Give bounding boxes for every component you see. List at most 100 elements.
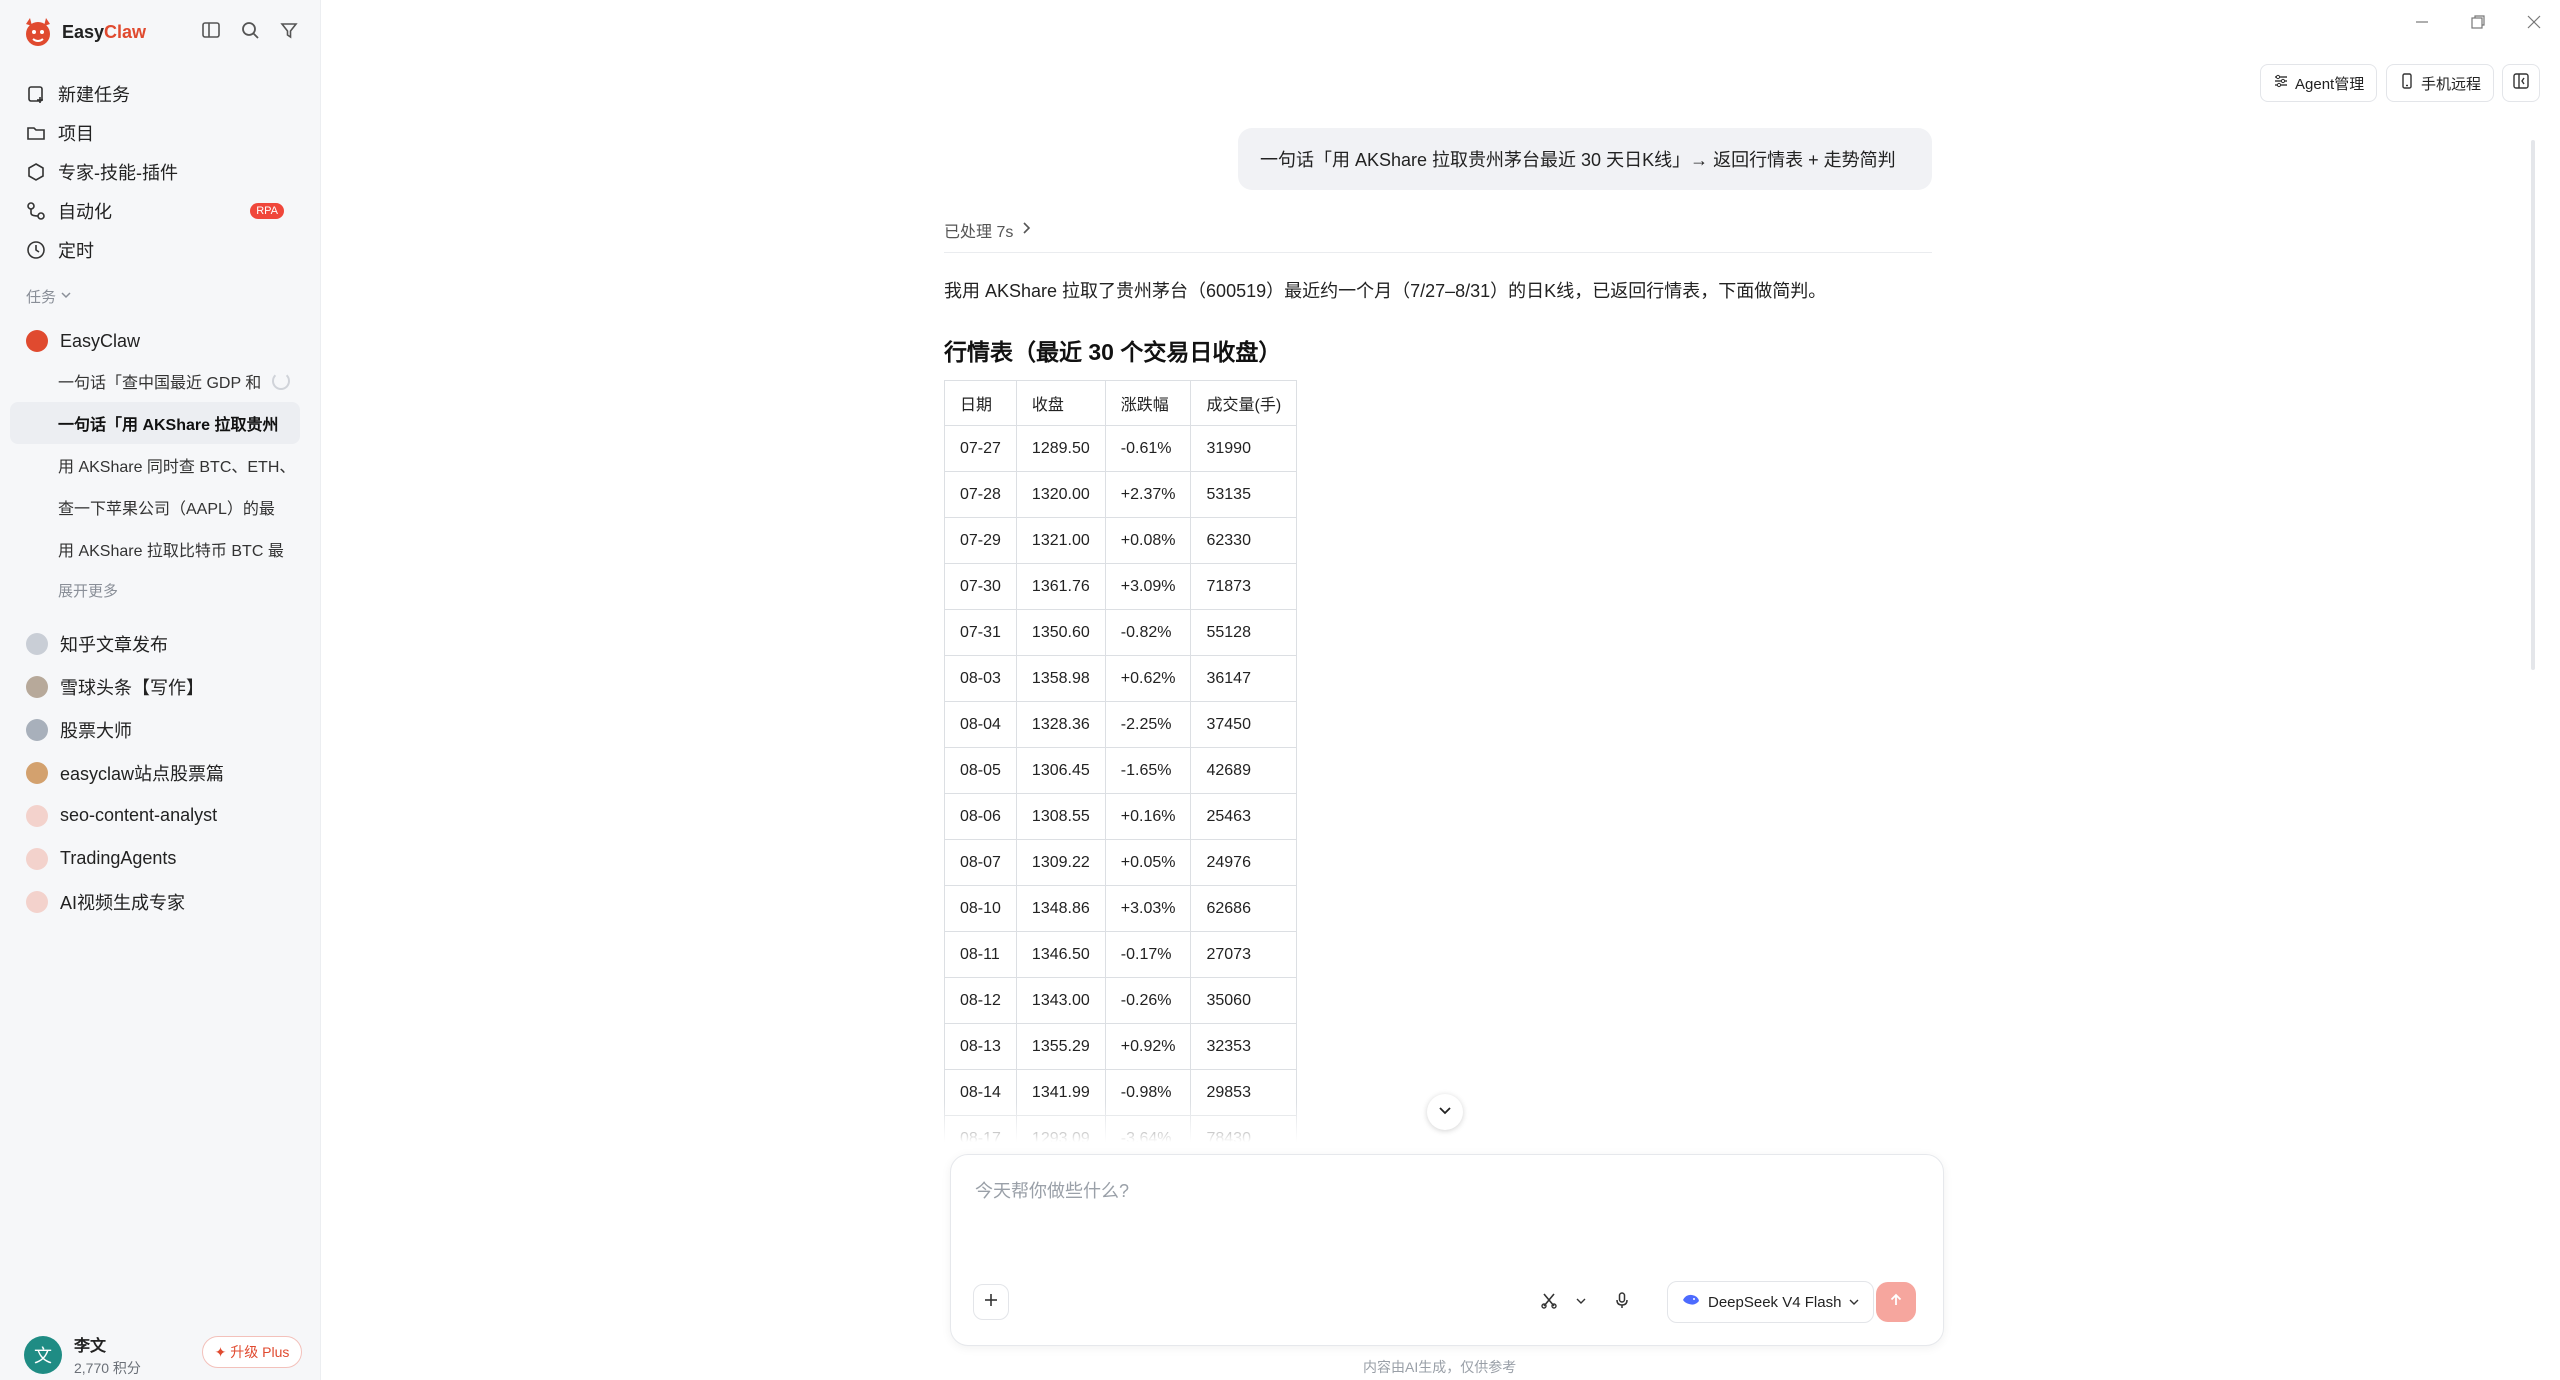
agent-avatar bbox=[26, 761, 48, 784]
table-row: 07-27 1289.50 -0.61% 31990 bbox=[944, 425, 1298, 472]
table-cell: 27073 bbox=[1190, 931, 1298, 978]
table-cell: +0.62% bbox=[1104, 655, 1192, 702]
send-button[interactable] bbox=[1876, 1282, 1916, 1322]
nav-plugins[interactable]: 专家-技能-插件 bbox=[10, 152, 300, 191]
model-selector[interactable]: DeepSeek V4 Flash bbox=[1667, 1281, 1875, 1323]
table-cell: +0.92% bbox=[1104, 1023, 1192, 1070]
table-row: 08-06 1308.55 +0.16% 25463 bbox=[944, 793, 1298, 840]
sidebar: EasyClaw 新建任务 项目 专家-技能-插件 自动化 RPA 定时 任务 bbox=[0, 0, 321, 1380]
nav-label: 新建任务 bbox=[58, 84, 130, 105]
table-cell: 55128 bbox=[1190, 609, 1298, 656]
table-cell: 1308.55 bbox=[1015, 793, 1106, 840]
voice-input-button[interactable] bbox=[1604, 1284, 1640, 1320]
show-more-link[interactable]: 展开更多 bbox=[10, 570, 300, 610]
scroll-to-bottom-button[interactable] bbox=[1427, 1094, 1463, 1130]
table-cell: 37450 bbox=[1190, 701, 1298, 748]
ai-disclaimer: 内容由AI生成，仅供参考 bbox=[1363, 1359, 1517, 1375]
sidebar-toggle-icon[interactable] bbox=[201, 20, 221, 40]
table-cell: +3.09% bbox=[1104, 563, 1192, 610]
search-icon[interactable] bbox=[240, 20, 260, 40]
table-row: 08-10 1348.86 +3.03% 62686 bbox=[944, 885, 1298, 932]
agent-item[interactable]: TradingAgents bbox=[10, 837, 300, 880]
table-cell: 24976 bbox=[1190, 839, 1298, 886]
agent-logo-icon bbox=[26, 804, 48, 827]
agent-logo-icon bbox=[26, 890, 48, 913]
nav-label: 项目 bbox=[58, 123, 94, 144]
sliders-icon bbox=[2273, 73, 2289, 93]
table-cell: 1358.98 bbox=[1015, 655, 1106, 702]
assistant-intro: 我用 AKShare 拉取了贵州茅台（600519）最近约一个月（7/27–8/… bbox=[944, 281, 1827, 301]
restore-icon[interactable] bbox=[2470, 14, 2486, 30]
table-cell: 25463 bbox=[1190, 793, 1298, 840]
plus-icon bbox=[983, 1292, 999, 1313]
chevron-down-icon bbox=[60, 288, 72, 305]
table-cell: +0.08% bbox=[1104, 517, 1192, 564]
minimize-icon[interactable] bbox=[2414, 14, 2430, 30]
panel-toggle-button[interactable] bbox=[2502, 64, 2540, 102]
table-cell: 1321.00 bbox=[1015, 517, 1106, 564]
table-row: 08-13 1355.29 +0.92% 32353 bbox=[944, 1023, 1298, 1070]
nav-projects[interactable]: 项目 bbox=[10, 113, 300, 152]
nav-schedule[interactable]: 定时 bbox=[10, 230, 300, 269]
agent-item[interactable]: 股票大师 bbox=[10, 708, 300, 751]
table-row: 07-29 1321.00 +0.08% 62330 bbox=[944, 517, 1298, 564]
agent-avatar bbox=[26, 718, 48, 741]
user-name: 李文 bbox=[74, 1338, 107, 1355]
deepseek-icon bbox=[1682, 1292, 1700, 1312]
scrollbar[interactable] bbox=[2531, 140, 2535, 670]
composer: DeepSeek V4 Flash bbox=[950, 1154, 1944, 1346]
divider bbox=[944, 252, 1932, 253]
automation-icon bbox=[26, 201, 46, 221]
nav-automation[interactable]: 自动化 RPA bbox=[10, 191, 300, 230]
task-item[interactable]: 用 AKShare 同时查 BTC、ETH、 bbox=[10, 444, 300, 486]
easyclaw-logo-icon bbox=[26, 18, 50, 46]
agent-item[interactable]: 雪球头条【写作】 bbox=[10, 665, 300, 708]
tasks-section-toggle[interactable]: 任务 bbox=[26, 286, 72, 307]
table-row: 08-17 1293.09 -3.64% 78430 bbox=[944, 1115, 1298, 1142]
agent-list: 知乎文章发布 雪球头条【写作】 股票大师 easyclaw站点股票篇 seo-c… bbox=[10, 622, 300, 923]
agent-item[interactable]: 知乎文章发布 bbox=[10, 622, 300, 665]
window-controls bbox=[2414, 14, 2542, 30]
task-item-active[interactable]: 一句话「用 AKShare 拉取贵州 bbox=[10, 402, 300, 444]
task-item[interactable]: 一句话「查中国最近 GDP 和 bbox=[10, 360, 300, 402]
agent-item[interactable]: seo-content-analyst bbox=[10, 794, 300, 837]
task-item[interactable]: 用 AKShare 拉取比特币 BTC 最 bbox=[10, 528, 300, 570]
processed-toggle[interactable]: 已处理 7s bbox=[944, 218, 1031, 242]
loading-spinner-icon bbox=[272, 372, 290, 390]
message-input[interactable] bbox=[973, 1175, 1917, 1239]
add-attachment-button[interactable] bbox=[973, 1284, 1009, 1320]
filter-icon[interactable] bbox=[279, 20, 299, 40]
table-cell: -0.61% bbox=[1104, 425, 1192, 472]
mobile-remote-button[interactable]: 手机远程 bbox=[2386, 64, 2495, 102]
column-header: 日期 bbox=[944, 380, 1017, 426]
table-cell: 32353 bbox=[1190, 1023, 1298, 1070]
new-task-icon bbox=[26, 84, 46, 104]
table-cell: 08-07 bbox=[944, 839, 1017, 886]
table-row: 07-31 1350.60 -0.82% 55128 bbox=[944, 609, 1298, 656]
user-profile[interactable]: 文 李文 2,770 积分 bbox=[24, 1332, 141, 1378]
agent-avatar bbox=[26, 632, 48, 655]
folder-icon bbox=[26, 123, 46, 143]
tools-button[interactable] bbox=[1531, 1284, 1567, 1320]
agent-item[interactable]: AI视频生成专家 bbox=[10, 880, 300, 923]
task-group-header[interactable]: EasyClaw bbox=[10, 322, 300, 360]
panel-right-icon bbox=[2512, 72, 2530, 94]
upgrade-button[interactable]: ✦ 升级 Plus bbox=[202, 1336, 302, 1368]
table-row: 08-07 1309.22 +0.05% 24976 bbox=[944, 839, 1298, 886]
agent-manage-button[interactable]: Agent管理 bbox=[2260, 64, 2378, 102]
agent-item[interactable]: easyclaw站点股票篇 bbox=[10, 751, 300, 794]
tools-icon bbox=[1540, 1291, 1558, 1314]
table-row: 07-30 1361.76 +3.09% 71873 bbox=[944, 563, 1298, 610]
chevron-down-icon bbox=[1437, 1102, 1453, 1123]
agent-logo-icon bbox=[26, 847, 48, 870]
task-item[interactable]: 查一下苹果公司（AAPL）的最 bbox=[10, 486, 300, 528]
avatar: 文 bbox=[24, 1336, 62, 1374]
nav-new-task[interactable]: 新建任务 bbox=[10, 74, 300, 113]
close-icon[interactable] bbox=[2526, 14, 2542, 30]
table-cell: -0.98% bbox=[1104, 1069, 1192, 1116]
brand[interactable]: EasyClaw bbox=[20, 14, 146, 50]
table-cell: 35060 bbox=[1190, 977, 1298, 1024]
table-cell: 29853 bbox=[1190, 1069, 1298, 1116]
table-cell: 08-14 bbox=[944, 1069, 1017, 1116]
tools-dropdown-button[interactable] bbox=[1569, 1284, 1593, 1320]
